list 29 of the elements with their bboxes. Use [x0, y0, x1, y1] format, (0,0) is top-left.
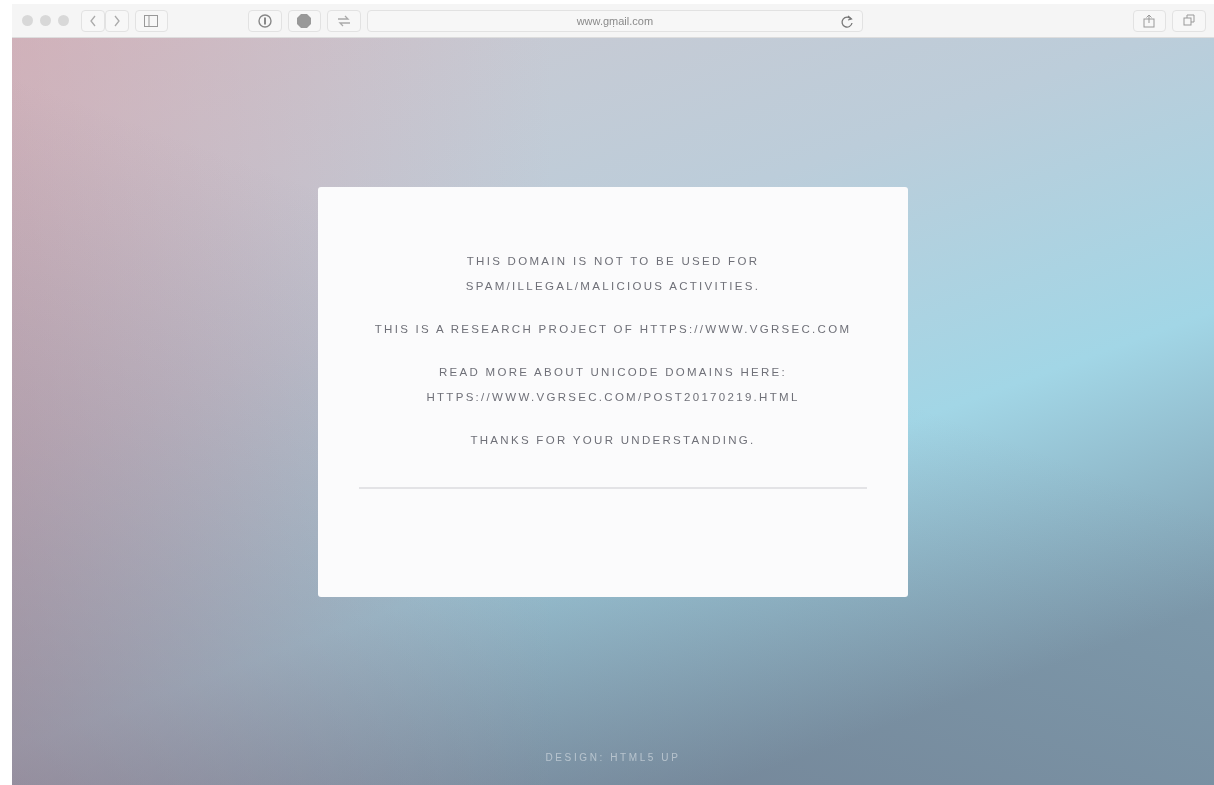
share-icon [1143, 13, 1156, 28]
url-text: www.gṃail.com [576, 14, 654, 27]
back-button[interactable] [81, 9, 105, 32]
sidebar-icon [144, 13, 159, 28]
forward-button[interactable] [104, 9, 129, 32]
info-circle-icon [257, 13, 272, 28]
address-bar[interactable]: www.gṃail.com [367, 9, 863, 32]
swap-arrows-icon [337, 13, 352, 28]
share-button[interactable] [1132, 9, 1167, 32]
notice-text: THANKS FOR YOUR UNDERSTANDING. [470, 433, 756, 448]
design-credit: DESIGN: HTML5 UP [545, 752, 681, 763]
chevron-left-icon [88, 13, 97, 28]
notice-text: READ MORE ABOUT UNICODE DOMAINS HERE: [438, 365, 788, 380]
chevron-right-icon [112, 13, 121, 28]
extension-button[interactable] [327, 9, 361, 32]
sidebar-button[interactable] [134, 9, 169, 32]
notice-text: SPAM/ILLEGAL/MALICIOUS ACTIVITIES. [465, 279, 761, 294]
reload-icon[interactable] [839, 14, 854, 29]
tabs-button[interactable] [1172, 9, 1207, 32]
notice-text: THIS IS A RESEARCH PROJECT OF HTTPS://WWW.VGRSEC.COM [374, 322, 852, 337]
window-zoom-button[interactable] [58, 15, 69, 26]
password-button[interactable] [247, 9, 282, 32]
window-minimize-button[interactable] [40, 15, 51, 26]
notice-text: HTTPS://WWW.VGRSEC.COM/POST20170219.HTML [426, 390, 800, 405]
tabs-icon [1183, 13, 1196, 28]
window-close-button[interactable] [22, 15, 33, 26]
octagon-icon [297, 13, 312, 28]
adblock-button[interactable] [287, 9, 322, 32]
notice-text: THIS DOMAIN IS NOT TO BE USED FOR [466, 254, 760, 269]
